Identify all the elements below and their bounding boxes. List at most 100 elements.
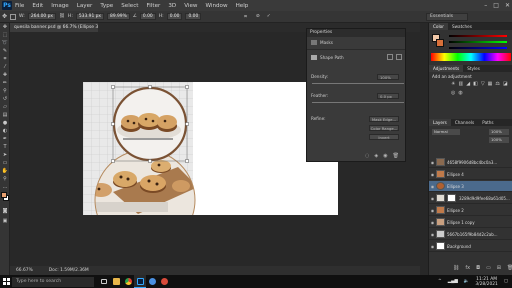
visibility-eye-icon[interactable]: ◉ bbox=[429, 244, 436, 249]
clock[interactable]: 11:21 AM 3/28/2021 bbox=[475, 277, 498, 287]
file-explorer-icon[interactable] bbox=[110, 275, 122, 288]
delete-layer-icon[interactable]: 🗑 bbox=[507, 265, 512, 271]
notifications-icon[interactable]: ▢ bbox=[504, 279, 508, 284]
color-spectrum[interactable] bbox=[431, 53, 511, 61]
layer-style-icon[interactable]: fx bbox=[465, 265, 470, 271]
app-taskbar-icon[interactable] bbox=[146, 275, 158, 288]
tab-adjustments[interactable]: Adjustments bbox=[429, 65, 464, 72]
layer-name[interactable]: Ellipse 1 copy bbox=[447, 220, 475, 225]
visibility-eye-icon[interactable]: ◉ bbox=[429, 184, 436, 189]
red-slider[interactable] bbox=[449, 35, 507, 37]
tray-chevron-icon[interactable]: ^ bbox=[438, 279, 442, 284]
blue-slider[interactable] bbox=[449, 47, 507, 49]
color-range-button[interactable]: Color Range... bbox=[369, 125, 399, 131]
brush-tool-icon[interactable]: ✏ bbox=[0, 79, 10, 87]
vskew-field[interactable]: 0.00 bbox=[185, 13, 202, 20]
h-field[interactable]: 533.91 px bbox=[75, 13, 105, 20]
hskew-field[interactable]: 0.00 bbox=[166, 13, 183, 20]
cancel-transform-icon[interactable]: ⊘ bbox=[256, 14, 260, 19]
ccleaner-taskbar-icon[interactable] bbox=[158, 275, 170, 288]
pen-tool-icon[interactable]: ✒ bbox=[0, 135, 10, 143]
exposure-adjustment-icon[interactable]: ◧ bbox=[473, 81, 478, 87]
menu-edit[interactable]: Edit bbox=[32, 3, 43, 9]
history-brush-icon[interactable]: ↺ bbox=[0, 95, 10, 103]
fill-field[interactable]: 100% bbox=[489, 137, 509, 143]
layer-row[interactable]: ◉ Ellipse 4 bbox=[429, 169, 512, 180]
new-layer-icon[interactable]: ⊞ bbox=[497, 265, 501, 271]
visibility-eye-icon[interactable]: ◉ bbox=[429, 220, 436, 225]
chrome-icon[interactable] bbox=[122, 275, 134, 288]
menu-window[interactable]: Window bbox=[206, 3, 228, 9]
taskbar-search-input[interactable]: Type here to search bbox=[12, 276, 94, 287]
color-balance-adjustment-icon[interactable]: ⚖ bbox=[495, 81, 499, 87]
menu-view[interactable]: View bbox=[184, 3, 197, 9]
link-icon[interactable]: ⛓ bbox=[59, 14, 65, 19]
dodge-tool-icon[interactable]: ◐ bbox=[0, 127, 10, 135]
new-group-icon[interactable]: ▭ bbox=[486, 265, 491, 271]
visibility-eye-icon[interactable]: ◉ bbox=[429, 160, 436, 165]
network-icon[interactable]: ▂▄▆ bbox=[448, 279, 458, 284]
menu-layer[interactable]: Layer bbox=[77, 3, 93, 9]
close-button[interactable]: ✕ bbox=[505, 0, 510, 11]
layer-name[interactable]: Ellipse 3 bbox=[447, 184, 464, 189]
layer-name[interactable]: Ellipse 2 bbox=[447, 208, 464, 213]
document-canvas[interactable] bbox=[83, 82, 338, 215]
mask-edge-button[interactable]: Mask Edge... bbox=[369, 116, 399, 122]
layer-name[interactable]: 3289d9d9fee68a61d05... bbox=[459, 196, 510, 201]
stamp-tool-icon[interactable]: ⚲ bbox=[0, 87, 10, 95]
lasso-tool-icon[interactable]: ➰ bbox=[0, 39, 10, 47]
eyedropper-tool-icon[interactable]: ⁄ bbox=[0, 63, 10, 71]
blur-tool-icon[interactable]: ● bbox=[0, 119, 10, 127]
volume-icon[interactable]: 🔈 bbox=[464, 279, 469, 284]
warp-icon[interactable]: ⌗ bbox=[244, 14, 247, 20]
layer-row[interactable]: ◉ Ellipse 1 copy bbox=[429, 217, 512, 228]
load-selection-icon[interactable]: ◌ bbox=[365, 153, 369, 159]
delete-mask-icon[interactable]: 🗑 bbox=[393, 153, 399, 159]
link-layers-icon[interactable]: ⛓ bbox=[453, 265, 459, 271]
eraser-tool-icon[interactable]: ▱ bbox=[0, 103, 10, 111]
crop-tool-icon[interactable]: ⌗ bbox=[0, 55, 10, 63]
tab-layers[interactable]: Layers bbox=[429, 119, 451, 126]
photo-filter-adjustment-icon[interactable]: ◎ bbox=[451, 90, 455, 96]
menu-type[interactable]: Type bbox=[100, 3, 113, 9]
menu-3d[interactable]: 3D bbox=[168, 3, 176, 9]
hue-saturation-adjustment-icon[interactable]: ▦ bbox=[488, 81, 493, 87]
black-white-adjustment-icon[interactable]: ◪ bbox=[503, 81, 508, 87]
quick-select-tool-icon[interactable]: ✎ bbox=[0, 47, 10, 55]
layer-name[interactable]: 4658f9906d8bc4bc0a3... bbox=[447, 160, 497, 165]
gradient-tool-icon[interactable]: ▤ bbox=[0, 111, 10, 119]
shape-tool-icon[interactable]: ▭ bbox=[0, 159, 10, 167]
tab-channels[interactable]: Channels bbox=[451, 119, 478, 126]
move-tool-icon[interactable]: ✥ bbox=[0, 23, 10, 31]
invert-button[interactable]: Invert bbox=[369, 134, 399, 140]
layer-row[interactable]: ◉ Background bbox=[429, 241, 512, 252]
levels-adjustment-icon[interactable]: ▥ bbox=[458, 81, 463, 87]
layer-row[interactable]: ◉ 3289d9d9fee68a61d05... bbox=[429, 193, 512, 204]
visibility-eye-icon[interactable]: ◉ bbox=[429, 208, 436, 213]
tab-swatches[interactable]: Swatches bbox=[448, 23, 476, 30]
zoom-field[interactable]: 89.99% bbox=[107, 13, 130, 20]
foreground-color-swatch[interactable] bbox=[1, 192, 7, 198]
density-slider[interactable] bbox=[312, 83, 404, 84]
menu-image[interactable]: Image bbox=[51, 3, 69, 9]
type-tool-icon[interactable]: T bbox=[0, 143, 10, 151]
quick-mask-icon[interactable]: ◙ bbox=[0, 207, 10, 215]
layer-name[interactable]: Background bbox=[447, 244, 471, 249]
menu-select[interactable]: Select bbox=[121, 3, 138, 9]
layer-row-selected[interactable]: ◉ Ellipse 3 bbox=[429, 181, 512, 192]
layer-name[interactable]: 5667b165f9b84d2c2ab... bbox=[447, 232, 498, 237]
color-bg-swatch[interactable] bbox=[436, 39, 444, 47]
photoshop-taskbar-icon[interactable] bbox=[134, 275, 146, 288]
layer-row[interactable]: ◉ 4658f9906d8bc4bc0a3... bbox=[429, 157, 512, 168]
tab-styles[interactable]: Styles bbox=[463, 65, 484, 72]
tab-color[interactable]: Color bbox=[429, 23, 448, 30]
zoom-tool-icon[interactable]: ⚲ bbox=[0, 175, 10, 183]
visibility-eye-icon[interactable]: ◉ bbox=[429, 232, 436, 237]
blend-mode-select[interactable]: Normal bbox=[432, 129, 460, 135]
visibility-eye-icon[interactable]: ◉ bbox=[429, 172, 436, 177]
visibility-eye-icon[interactable]: ◉ bbox=[429, 196, 436, 201]
menu-help[interactable]: Help bbox=[236, 3, 249, 9]
layer-row[interactable]: ◉ 5667b165f9b84d2c2ab... bbox=[429, 229, 512, 240]
move-tool-icon[interactable]: ✥ bbox=[2, 13, 7, 20]
minimize-button[interactable]: – bbox=[484, 0, 487, 11]
